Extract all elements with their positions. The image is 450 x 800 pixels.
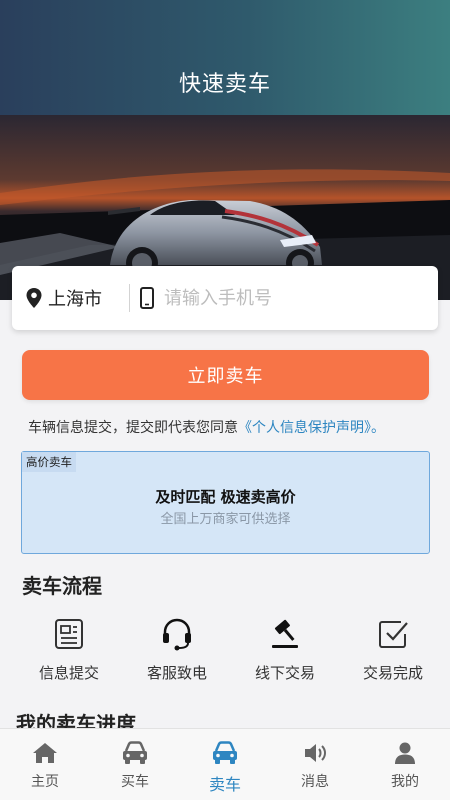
promo-tag: 高价卖车 [22,452,76,472]
mobile-phone-icon [140,287,154,309]
step-label: 线下交易 [254,664,315,682]
tab-messages[interactable]: 消息 [270,729,360,800]
step-offline-trade: 线下交易 [229,612,341,683]
agreement-body: 车辆信息提交，提交即代表您同意 [28,420,238,436]
promo-title: 及时匹配 极速卖高价 [155,488,296,506]
header-bar: 快速卖车 [0,0,450,115]
tab-label: 我的 [391,774,419,790]
car-icon [123,741,147,764]
tab-label: 消息 [301,774,329,790]
promo-subtitle: 全国上万商家可供选择 [160,512,291,527]
page-title: 快速卖车 [178,72,271,97]
sell-now-button[interactable]: 立即卖车 [22,350,429,400]
promo-banner[interactable]: 高价卖车 及时匹配 极速卖高价 全国上万商家可供选择 [21,451,430,554]
process-steps: 信息提交 客服致电 线下交易 交易完成 [0,612,450,692]
document-icon [55,619,83,649]
gavel-icon [272,619,298,648]
tab-sell-car[interactable]: 卖车 [180,729,270,800]
tab-label: 卖车 [208,775,241,794]
step-service-call: 客服致电 [121,612,233,683]
home-icon [33,743,57,763]
agreement-text: 车辆信息提交，提交即代表您同意《个人信息保护声明》。 [28,417,385,437]
user-icon [395,742,415,764]
privacy-policy-link[interactable]: 《个人信息保护声明》 [238,420,371,436]
checkbox-icon [379,621,408,648]
tab-label: 买车 [121,774,149,790]
phone-field[interactable] [140,266,430,330]
tab-profile[interactable]: 我的 [360,729,450,800]
tab-home[interactable]: 主页 [0,729,90,800]
city-label: 上海市 [48,289,102,310]
headset-icon [163,618,191,651]
speaker-icon [305,744,326,762]
bottom-tab-bar: 主页 买车 卖车 消息 我的 [0,728,450,800]
divider [129,284,130,312]
step-label: 交易完成 [362,664,423,682]
step-trade-complete: 交易完成 [337,612,449,683]
step-label: 客服致电 [146,664,207,682]
tab-buy-car[interactable]: 买车 [90,729,180,800]
phone-input[interactable] [164,287,414,309]
car-icon [213,741,237,764]
location-phone-card: 上海市 [12,266,438,330]
agreement-suffix: 。 [371,420,385,436]
step-label: 信息提交 [38,664,99,682]
tab-label: 主页 [31,774,59,790]
step-info-submit: 信息提交 [13,612,125,683]
process-title: 卖车流程 [22,574,102,598]
city-selector[interactable]: 上海市 [26,266,102,330]
location-pin-icon [26,288,42,308]
